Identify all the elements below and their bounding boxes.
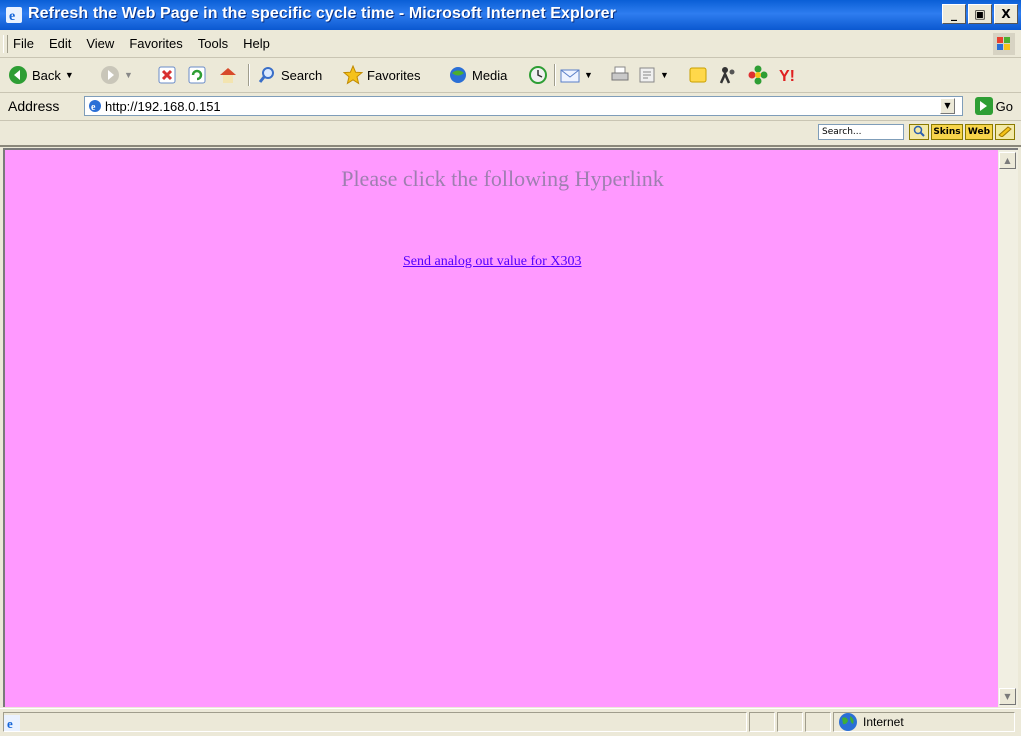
title-bar: e Refresh the Web Page in the specific c… bbox=[0, 0, 1021, 30]
mail-button[interactable]: ▼ bbox=[560, 64, 593, 86]
address-dropdown-button[interactable]: ▼ bbox=[940, 98, 955, 114]
chevron-up-icon: ▲ bbox=[1004, 156, 1011, 165]
status-pane bbox=[749, 712, 775, 732]
home-button[interactable] bbox=[218, 64, 238, 86]
print-button[interactable] bbox=[610, 64, 630, 86]
toolbar-grip[interactable] bbox=[3, 35, 8, 53]
status-bar: e Internet bbox=[0, 708, 1021, 736]
magnifier-icon bbox=[913, 125, 925, 137]
back-arrow-icon bbox=[9, 66, 27, 84]
menu-help[interactable]: Help bbox=[242, 36, 271, 51]
go-label: Go bbox=[995, 98, 1013, 114]
toolbar-separator bbox=[554, 64, 556, 86]
status-text-pane bbox=[3, 712, 747, 732]
chevron-down-icon: ▼ bbox=[584, 70, 593, 80]
menu-bar: File Edit View Favorites Tools Help bbox=[0, 30, 1021, 58]
menu-edit[interactable]: Edit bbox=[48, 36, 72, 51]
toolbar-separator bbox=[248, 64, 250, 86]
scroll-down-button[interactable]: ▼ bbox=[999, 688, 1016, 705]
window-controls: _ ▣ X bbox=[942, 4, 1018, 26]
ie-logo-icon: e bbox=[6, 7, 22, 23]
yahoo-icon: Y! bbox=[779, 68, 795, 85]
status-pane bbox=[805, 712, 831, 732]
skins-button[interactable]: Skins bbox=[931, 124, 963, 140]
zone-label: Internet bbox=[863, 715, 904, 729]
vertical-scrollbar[interactable]: ▲ ▼ bbox=[998, 148, 1018, 707]
icq-button[interactable] bbox=[748, 64, 768, 86]
search-button[interactable]: Search bbox=[257, 64, 322, 86]
messenger-button[interactable] bbox=[688, 64, 708, 86]
menu-view[interactable]: View bbox=[85, 36, 115, 51]
back-label: Back bbox=[32, 67, 61, 83]
search-icon bbox=[258, 67, 274, 83]
history-icon bbox=[529, 66, 547, 84]
favorites-label: Favorites bbox=[367, 67, 421, 83]
chevron-down-icon: ▼ bbox=[64, 70, 74, 80]
forward-arrow-icon bbox=[101, 66, 119, 84]
scroll-up-button[interactable]: ▲ bbox=[999, 152, 1016, 169]
home-icon bbox=[220, 68, 236, 83]
security-zone[interactable]: Internet bbox=[838, 712, 904, 732]
back-button[interactable]: Back ▼ bbox=[8, 64, 74, 86]
svg-text:Y!: Y! bbox=[779, 68, 795, 85]
page-heading: Please click the following Hyperlink bbox=[341, 166, 664, 191]
close-button[interactable]: X bbox=[994, 4, 1018, 24]
svg-text:e: e bbox=[91, 102, 96, 113]
highlight-button[interactable] bbox=[995, 124, 1015, 140]
media-label: Media bbox=[472, 67, 508, 83]
address-url: http://192.168.0.151 bbox=[105, 99, 221, 114]
note-icon bbox=[689, 67, 707, 83]
web-button[interactable]: Web bbox=[965, 124, 993, 140]
people-icon bbox=[719, 67, 735, 84]
forward-button[interactable]: ▼ bbox=[100, 64, 133, 86]
media-icon bbox=[450, 67, 466, 83]
chevron-down-icon: ▼ bbox=[944, 101, 951, 110]
chevron-down-icon: ▼ bbox=[1004, 692, 1011, 701]
standard-toolbar: Back ▼ ▼ Search Favorites Media ▼ ▼ Y! bbox=[0, 58, 1021, 93]
chevron-down-icon: ▼ bbox=[124, 70, 133, 80]
pencil-icon bbox=[998, 126, 1012, 138]
page-content: Please click the following Hyperlink Sen… bbox=[3, 148, 998, 707]
toolbar-search-button[interactable] bbox=[909, 124, 929, 140]
history-button[interactable] bbox=[528, 64, 548, 86]
page-icon: e bbox=[89, 100, 101, 113]
search-label: Search bbox=[281, 67, 323, 83]
favorites-button[interactable]: Favorites bbox=[343, 64, 420, 86]
stop-icon bbox=[158, 66, 176, 84]
search-toolbar: Search... Skins Web bbox=[0, 121, 1021, 147]
address-bar: Address e http://192.168.0.151 ▼ Go bbox=[0, 93, 1021, 121]
flower-icon bbox=[748, 65, 768, 85]
toolbar-search-input[interactable]: Search... bbox=[818, 124, 904, 140]
menu-favorites[interactable]: Favorites bbox=[128, 36, 183, 51]
menu-tools[interactable]: Tools bbox=[197, 36, 229, 51]
minimize-button[interactable]: _ bbox=[942, 4, 966, 24]
status-pane bbox=[777, 712, 803, 732]
favorites-star-icon bbox=[343, 65, 363, 85]
go-button[interactable]: Go bbox=[974, 97, 1013, 115]
edit-icon bbox=[639, 67, 655, 83]
send-analog-out-link[interactable]: Send analog out value for X303 bbox=[403, 254, 581, 270]
stop-button[interactable] bbox=[158, 64, 176, 86]
window-title: Refresh the Web Page in the specific cyc… bbox=[28, 5, 617, 22]
globe-icon bbox=[839, 713, 857, 731]
media-button[interactable]: Media bbox=[448, 64, 507, 86]
refresh-button[interactable] bbox=[188, 64, 206, 86]
edit-button[interactable]: ▼ bbox=[638, 64, 669, 86]
print-icon bbox=[611, 66, 629, 81]
address-label: Address bbox=[8, 98, 60, 114]
mail-icon bbox=[560, 69, 580, 83]
menu-file[interactable]: File bbox=[12, 36, 35, 51]
address-input[interactable]: e http://192.168.0.151 bbox=[84, 96, 963, 116]
maximize-button[interactable]: ▣ bbox=[968, 4, 992, 24]
chevron-down-icon: ▼ bbox=[660, 70, 669, 80]
svg-text:e: e bbox=[9, 9, 15, 23]
refresh-icon bbox=[188, 66, 206, 84]
menu-items: File Edit View Favorites Tools Help bbox=[12, 36, 271, 51]
go-arrow-icon bbox=[974, 97, 993, 115]
windows-logo-icon bbox=[993, 33, 1015, 55]
yahoo-button[interactable]: Y! bbox=[778, 64, 800, 86]
discuss-button[interactable] bbox=[718, 64, 738, 86]
